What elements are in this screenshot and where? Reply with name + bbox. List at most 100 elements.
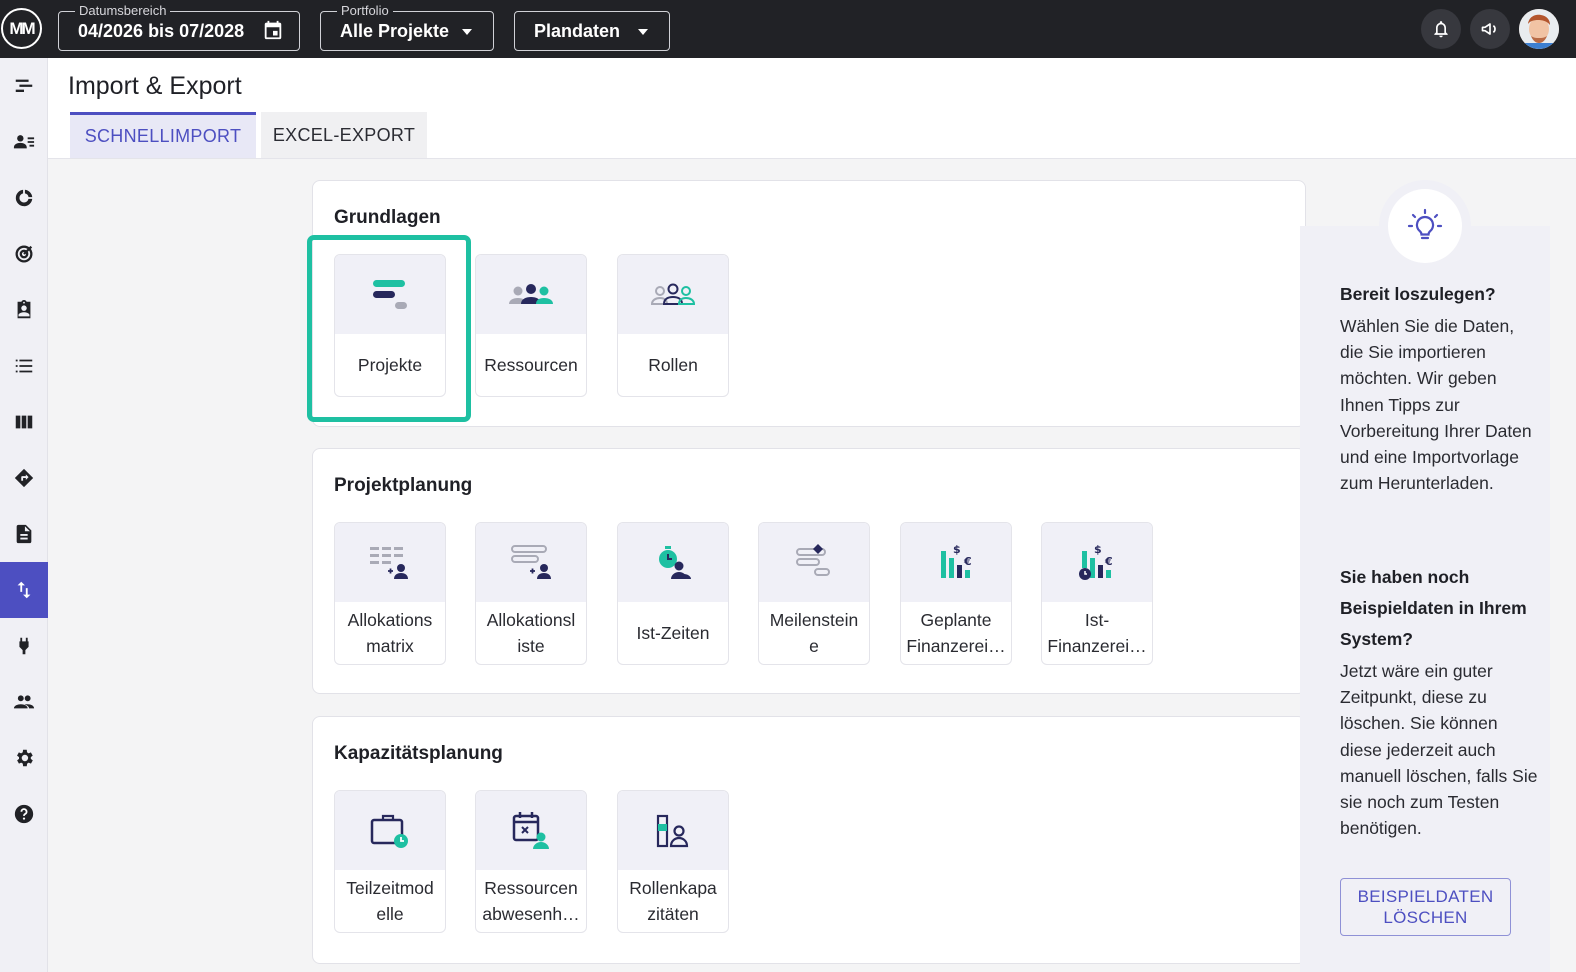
stopwatch-person-icon [659,545,691,579]
user-portrait-icon [1519,9,1559,49]
section-capacity-planning: Kapazitätsplanung Teilzeitmod elle Resso… [312,716,1306,964]
date-range-value: 04/2026 bis 07/2028 [78,21,245,41]
tile-resource-absences[interactable]: Ressourcen abwesenh… [475,790,587,933]
tile-label: Ist-Finanzerei… [1047,610,1147,656]
top-bar: MM Datumsbereich 04/2026 bis 07/2028 Por… [0,0,1576,58]
app-logo[interactable]: MM [1,8,42,49]
section-project-planning: Projektplanung Allokations matrix Alloka… [312,448,1306,694]
allocation-list-icon [511,544,551,579]
tile-roles[interactable]: Rollen [617,254,729,397]
target-icon [15,245,33,263]
lightbulb-icon [1407,208,1443,240]
role-capacity-icon [656,814,689,847]
chevron-down-icon [462,29,472,35]
announcements-button[interactable] [1470,9,1510,49]
people-icon [13,695,35,709]
section-title: Kapazitätsplanung [334,743,503,764]
delete-sample-data-button[interactable]: BEISPIELDATEN LÖSCHEN [1340,878,1511,936]
calendar-person-icon [512,811,549,849]
tile-label: Allokations matrix [347,610,433,656]
selection-highlight [307,235,471,422]
clipboard-person-icon [17,299,31,319]
sidebar [0,58,48,972]
sidebar-item-integrations[interactable] [0,618,48,674]
sidebar-item-reports[interactable] [0,506,48,562]
roles-group-icon [650,283,696,305]
sidebar-item-board[interactable] [0,394,48,450]
tile-label: Allokationsl iste [486,610,576,656]
pie-chart-icon [15,189,33,207]
tile-allocation-list[interactable]: Allokationsl iste [475,522,587,665]
import-export-icon [17,581,31,599]
bell-icon [1434,21,1448,38]
tile-part-time-models[interactable]: Teilzeitmod elle [334,790,446,933]
sidebar-item-import-export[interactable] [0,562,48,618]
tile-allocation-matrix[interactable]: Allokations matrix [334,522,446,665]
tips-panel: Bereit loszulegen? Wählen Sie die Daten,… [1300,226,1550,972]
tile-label: Ressourcen abwesenh… [482,878,580,924]
portfolio-value: Alle Projekte [340,21,450,41]
portfolio-select[interactable]: Portfolio Alle Projekte [320,3,494,51]
sidebar-item-gantt[interactable] [0,58,48,114]
direction-sign-icon [14,468,34,488]
portfolio-legend: Portfolio [337,3,393,19]
tile-milestones[interactable]: Meilenstein e [758,522,870,665]
tips-heading-ready: Bereit loszulegen? [1340,284,1496,304]
sidebar-item-settings[interactable] [0,730,48,786]
calendar-icon[interactable] [262,19,284,41]
svg-text:$: $ [953,543,961,556]
sidebar-item-help[interactable] [0,786,48,842]
tile-label: Rollen [648,355,698,375]
tips-badge-inner [1388,189,1462,263]
sidebar-item-roadmap[interactable] [0,450,48,506]
tips-text-sample-data: Jetzt wäre ein guter Zeitpunkt, diese zu… [1340,661,1538,839]
svg-text:€: € [1104,555,1113,568]
data-type-select[interactable]: Plandaten [514,11,670,51]
briefcase-clock-icon [370,814,408,848]
resource-list-icon [13,135,35,149]
tile-label: Geplante Finanzerei… [906,610,1006,656]
sidebar-item-dashboard[interactable] [0,170,48,226]
sidebar-item-goals[interactable] [0,226,48,282]
tile-role-capacities[interactable]: Rollenkapa zitäten [617,790,729,933]
date-range-legend: Datumsbereich [75,3,171,19]
plug-icon [19,637,29,655]
document-icon [16,524,32,544]
svg-text:$: $ [1094,543,1102,556]
date-range-picker[interactable]: Datumsbereich 04/2026 bis 07/2028 [58,3,300,51]
tile-label: Rollenkapa zitäten [629,878,717,924]
sidebar-item-resources[interactable] [0,114,48,170]
page-title: Import & Export [68,72,242,100]
finance-bars-icon: $ € [941,543,972,578]
help-icon [14,804,34,824]
milestones-icon [796,543,830,576]
resources-group-icon [509,283,553,304]
allocation-matrix-icon [370,546,408,579]
user-avatar[interactable] [1519,9,1559,49]
tile-planned-finances[interactable]: $ € Geplante Finanzerei… [900,522,1012,665]
sidebar-item-users[interactable] [0,674,48,730]
tile-label: Teilzeitmod elle [346,878,434,924]
section-title: Projektplanung [334,475,473,496]
notifications-button[interactable] [1421,9,1461,49]
columns-icon [15,415,33,429]
tips-heading-sample-data: Sie haben noch Beispieldaten in Ihrem Sy… [1340,567,1527,649]
sidebar-item-list[interactable] [0,338,48,394]
megaphone-icon [1481,23,1496,35]
sidebar-item-assignments[interactable] [0,282,48,338]
tab-quick-import[interactable]: SCHNELLIMPORT [70,112,256,158]
svg-text:€: € [963,555,972,568]
finance-stopwatch-icon: $ € [1079,543,1113,580]
tile-resources[interactable]: Ressourcen [475,254,587,397]
tile-label: Ist-Zeiten [636,623,710,643]
chevron-down-icon [638,29,648,35]
gantt-icon [15,79,33,92]
tile-actual-finances[interactable]: $ € Ist-Finanzerei… [1041,522,1153,665]
tile-actual-times[interactable]: Ist-Zeiten [617,522,729,665]
list-icon [15,359,33,373]
data-type-value: Plandaten [534,21,621,41]
tips-text-ready: Wählen Sie die Daten, die Sie importiere… [1340,316,1532,494]
tab-excel-export[interactable]: EXCEL-EXPORT [261,112,427,158]
gear-icon [17,749,33,767]
tile-label: Ressourcen [484,355,578,375]
